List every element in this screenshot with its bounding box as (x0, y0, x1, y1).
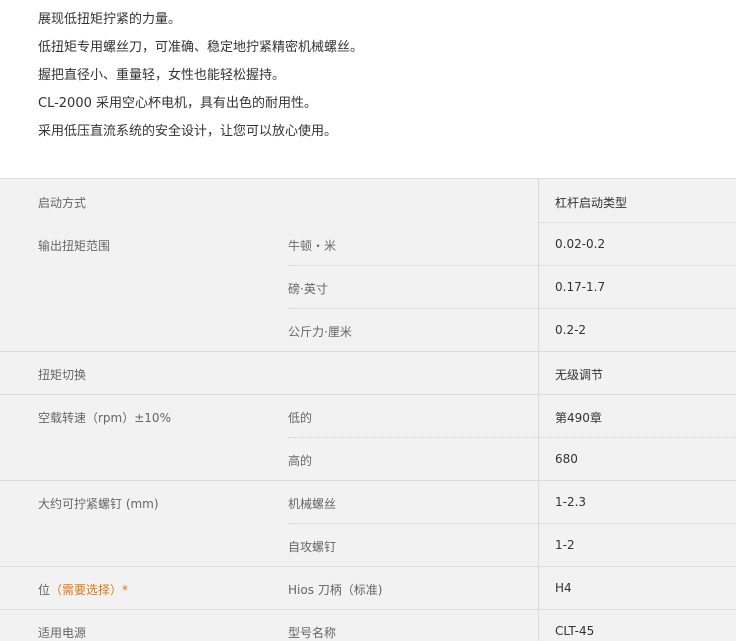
row-divider (0, 394, 736, 395)
spec-label-power: 适用电源 (38, 626, 87, 640)
spec-value-torque: 0.17-1.7 (555, 280, 606, 294)
spec-sub-torque-unit: 牛顿・米 (288, 239, 337, 253)
product-intro: 展现低扭矩拧紧的力量。 低扭矩专用螺丝刀，可准确、稳定地拧紧精密机械螺丝。 握把… (0, 0, 736, 172)
bit-label-prefix: 位 (38, 583, 51, 597)
spec-label-torque-range: 输出扭矩范围 (38, 239, 111, 253)
spec-value-bit: H4 (555, 581, 572, 595)
spec-sub-screw: 机械螺丝 (288, 497, 337, 511)
row-divider (538, 222, 736, 223)
spec-label-no-load-speed: 空载转速（rpm）±10% (38, 411, 171, 425)
row-divider (0, 480, 736, 481)
spec-value-torque: 0.02-0.2 (555, 237, 606, 251)
intro-line: 握把直径小、重量轻，女性也能轻松握持。 (38, 68, 286, 83)
row-divider (288, 265, 736, 266)
spec-sub-speed: 低的 (288, 411, 313, 425)
spec-label-start-method: 启动方式 (38, 196, 87, 210)
spec-sub-power: 型号名称 (288, 626, 337, 640)
intro-line: 展现低扭矩拧紧的力量。 (38, 12, 182, 27)
spec-value-torque-switch: 无级调节 (555, 368, 604, 382)
row-divider (288, 523, 736, 524)
row-divider (0, 609, 736, 610)
spec-label-bit: 位（需要选择）* (38, 581, 128, 598)
bit-required-select-link[interactable]: （需要选择） (50, 583, 122, 597)
spec-value-speed: 680 (555, 452, 578, 466)
spec-value-screw: 1-2 (555, 538, 575, 552)
spec-label-screw-size: 大约可拧紧螺钉 (mm) (38, 497, 159, 511)
spec-sub-speed: 高的 (288, 454, 313, 468)
row-divider (0, 351, 736, 352)
row-divider (0, 566, 736, 567)
spec-value-start-method: 杠杆启动类型 (555, 196, 628, 210)
spec-sub-torque-unit: 磅·英寸 (288, 282, 328, 296)
column-divider (538, 179, 539, 641)
intro-line: 采用低压直流系统的安全设计，让您可以放心使用。 (38, 124, 338, 139)
spec-sub-bit: Hios 刀柄（标准) (288, 583, 383, 597)
spec-sub-screw: 自攻螺钉 (288, 540, 337, 554)
required-asterisk: * (122, 583, 129, 597)
spec-label-torque-switch: 扭矩切换 (38, 368, 87, 382)
spec-value-torque: 0.2-2 (555, 323, 587, 337)
row-divider (288, 437, 736, 438)
spec-sub-torque-unit: 公斤力·厘米 (288, 325, 352, 339)
spec-value-screw: 1-2.3 (555, 495, 587, 509)
intro-line: CL-2000 采用空心杯电机，具有出色的耐用性。 (38, 96, 317, 111)
spec-value-power: CLT-45 (555, 624, 595, 638)
spec-value-speed: 第490章 (555, 411, 602, 425)
row-divider (288, 308, 736, 309)
intro-line: 低扭矩专用螺丝刀，可准确、稳定地拧紧精密机械螺丝。 (38, 40, 364, 55)
spec-table: 启动方式 杠杆启动类型 输出扭矩范围 牛顿・米 0.02-0.2 磅·英寸 0.… (0, 178, 736, 641)
